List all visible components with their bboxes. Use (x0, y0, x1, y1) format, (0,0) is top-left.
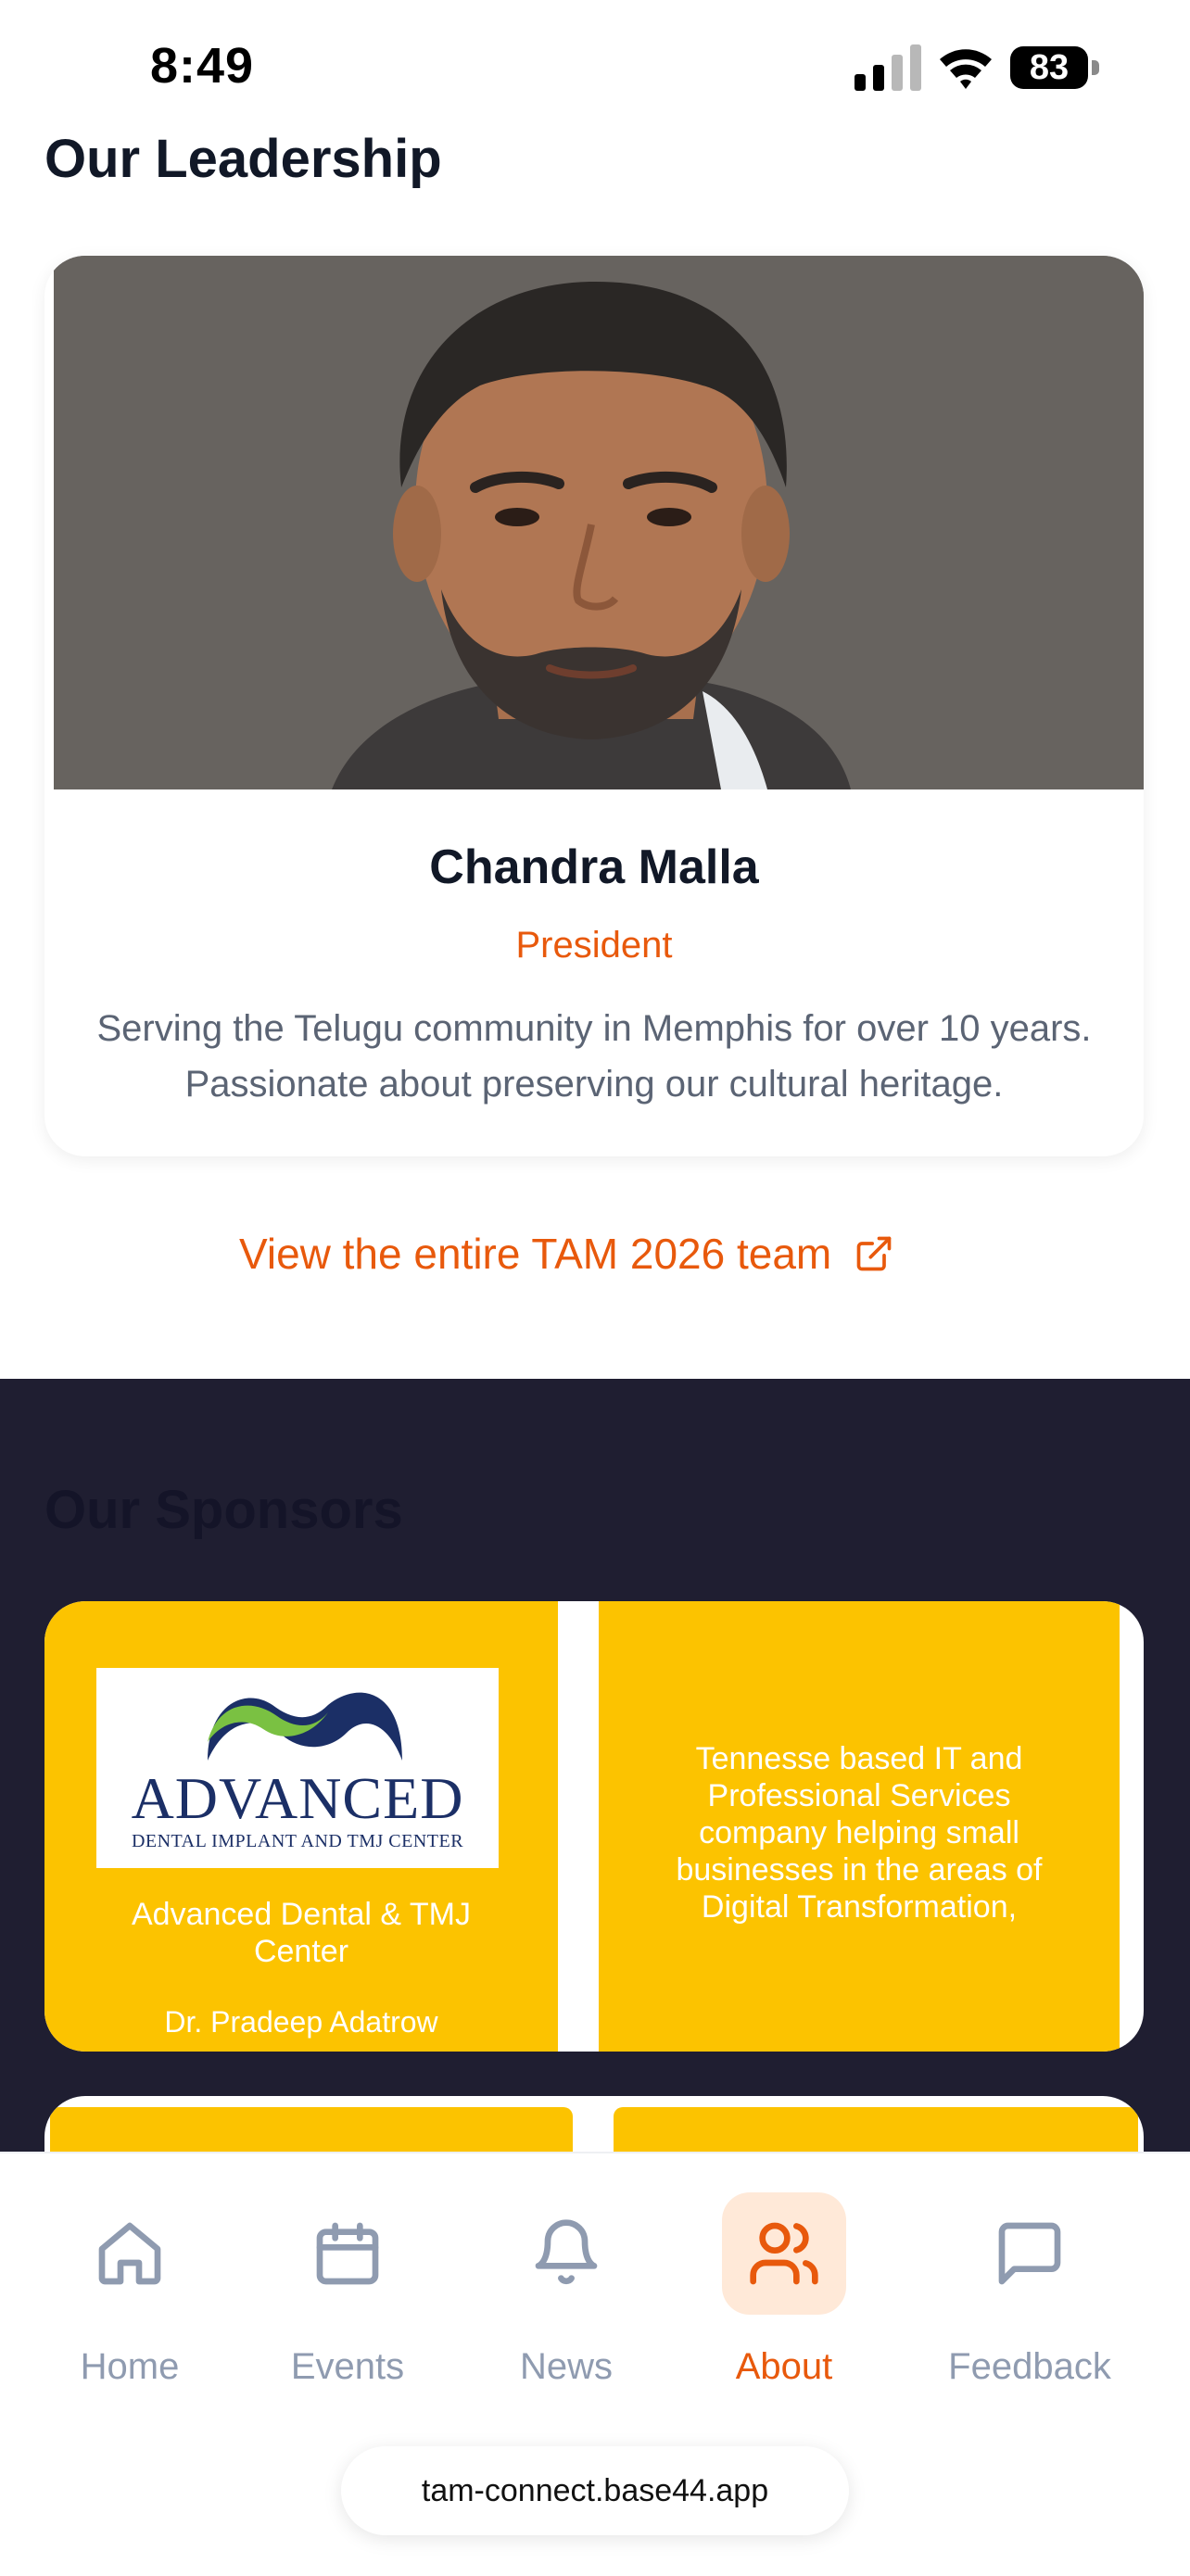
browser-url-bar[interactable]: tam-connect.base44.app (341, 2446, 849, 2535)
sponsor-person: Dr. Pradeep Adatrow (164, 2005, 438, 2039)
leader-role: President (515, 925, 673, 966)
tab-label: Feedback (948, 2346, 1111, 2387)
bell-icon (504, 2192, 628, 2315)
message-icon (968, 2192, 1092, 2315)
sponsors-section: Our Sponsors ADVANCED DENTAL IMPLANT AND… (0, 1379, 1190, 2281)
tab-home[interactable]: Home (37, 2192, 222, 2387)
tab-events[interactable]: Events (255, 2192, 440, 2387)
leader-bio: Serving the Telugu community in Memphis … (96, 1008, 1092, 1105)
wifi-icon (940, 49, 992, 89)
calendar-icon (285, 2192, 410, 2315)
tab-about[interactable]: About (691, 2192, 877, 2387)
view-team-label: View the entire TAM 2026 team (239, 1230, 832, 1278)
tab-label: About (735, 2346, 833, 2387)
leadership-title: Our Leadership (44, 129, 442, 189)
battery-cap (1092, 60, 1099, 75)
sponsor-description: Tennesse based IT and Professional Servi… (676, 1741, 1043, 1925)
sponsor-logo: ADVANCED DENTAL IMPLANT AND TMJ CENTER (96, 1668, 499, 1868)
signal-icon (855, 44, 921, 91)
users-icon (722, 2192, 846, 2315)
sponsor-carousel[interactable]: ADVANCED DENTAL IMPLANT AND TMJ CENTER A… (44, 1601, 1144, 2052)
leader-name: Chandra Malla (429, 840, 759, 894)
sponsors-title: Our Sponsors (44, 1480, 403, 1540)
battery-level: 83 (1010, 46, 1088, 89)
sponsor-card[interactable]: ADVANCED DENTAL IMPLANT AND TMJ CENTER A… (44, 1601, 558, 2052)
sponsor-name: Advanced Dental & TMJ Center (132, 1897, 471, 1969)
leader-photo (54, 256, 1144, 789)
logo-subtitle: DENTAL IMPLANT AND TMJ CENTER (131, 1831, 464, 1851)
tab-news[interactable]: News (474, 2192, 659, 2387)
home-icon (68, 2192, 192, 2315)
sponsor-card[interactable]: Tennesse based IT and Professional Servi… (599, 1601, 1120, 2052)
battery-icon: 83 (1010, 46, 1099, 89)
logo-wordmark: ADVANCED (131, 1765, 464, 1831)
leader-portrait (54, 256, 1144, 789)
status-time: 8:49 (150, 38, 255, 94)
view-team-link[interactable]: View the entire TAM 2026 team (239, 1229, 894, 1279)
status-bar: 8:49 83 (0, 0, 1190, 130)
leader-card: Chandra Malla President Serving the Telu… (44, 256, 1144, 1156)
tooth-swoosh-icon (208, 1692, 402, 1761)
tab-feedback[interactable]: Feedback (937, 2192, 1122, 2387)
external-link-icon (856, 1236, 892, 1271)
